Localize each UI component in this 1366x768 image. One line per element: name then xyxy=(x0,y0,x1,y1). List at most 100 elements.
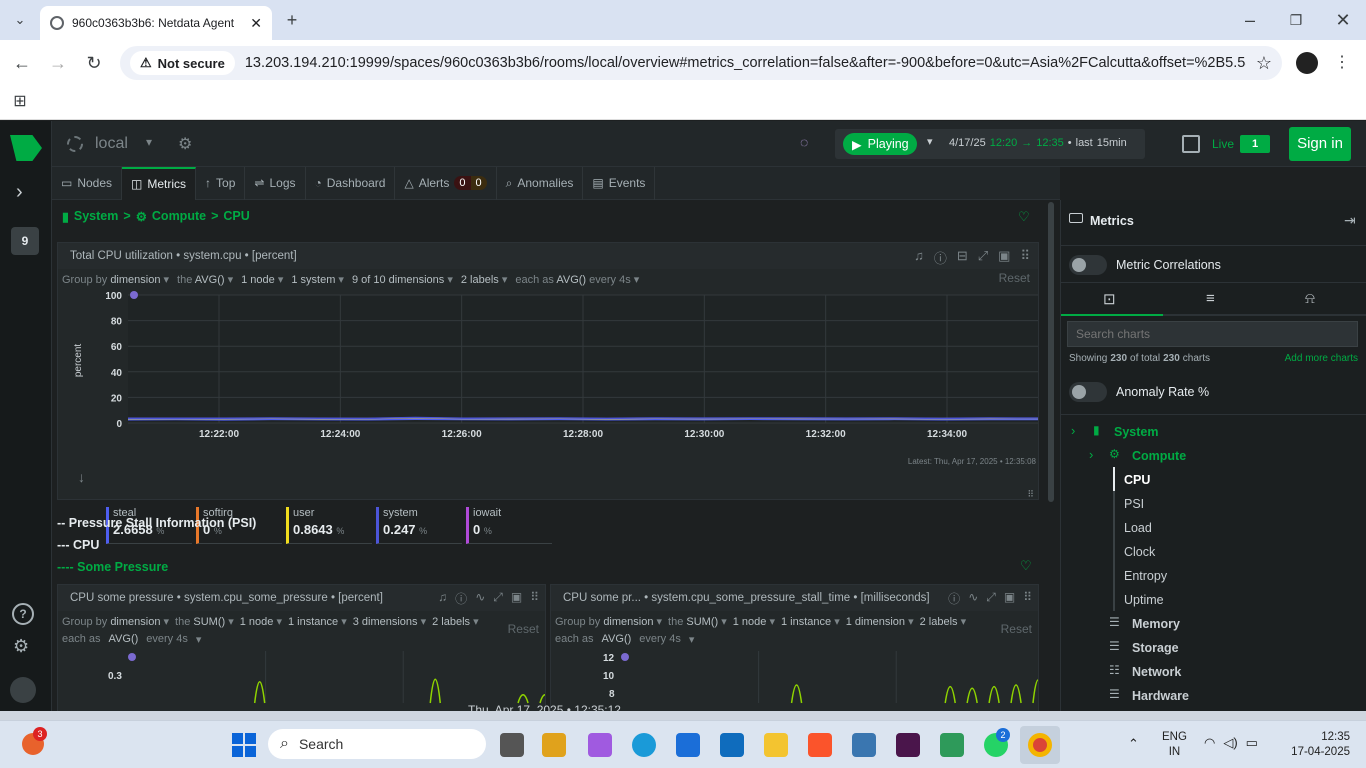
new-tab-icon[interactable]: + xyxy=(280,10,304,30)
aggregation-control[interactable]: the SUM() ▾ xyxy=(668,615,727,628)
brave-icon[interactable] xyxy=(808,733,832,757)
legend-toggle-icon[interactable]: ↓ xyxy=(78,469,85,485)
group-by-control[interactable]: Group by dimension ▾ xyxy=(555,615,662,628)
drag-handle-icon[interactable]: ⠿ xyxy=(530,590,539,607)
expand-chevron-icon[interactable]: › xyxy=(16,181,23,204)
crumb-compute[interactable]: Compute xyxy=(152,209,206,224)
store-icon[interactable] xyxy=(676,733,700,757)
url-text[interactable]: 13.203.194.210:19999/spaces/960c0363b3b6… xyxy=(245,55,1246,71)
alert-bell-icon[interactable]: ♫ xyxy=(438,590,447,607)
group-by-control[interactable]: Group by dimension ▾ xyxy=(62,273,169,286)
time-agg-control[interactable]: each as AVG() every 4s ▾ xyxy=(555,633,694,646)
tree-memory[interactable]: Memory xyxy=(1132,617,1180,631)
lightbulb-icon[interactable]: ◌ xyxy=(800,134,808,150)
chrome-icon[interactable] xyxy=(1028,733,1052,757)
dimensions-filter[interactable]: 9 of 10 dimensions ▾ xyxy=(352,273,453,286)
tree-hardware[interactable]: Hardware xyxy=(1132,689,1189,703)
back-icon[interactable]: ← xyxy=(10,53,34,73)
chevron-right-icon[interactable]: › xyxy=(1071,423,1075,438)
tree-load[interactable]: Load xyxy=(1124,521,1152,535)
tree-network[interactable]: Network xyxy=(1132,665,1181,679)
legend-item-system[interactable]: system 0.247 % xyxy=(376,507,462,544)
correlate-icon[interactable]: ∿ xyxy=(968,590,978,607)
info-icon[interactable]: ⓘ xyxy=(948,590,960,607)
info-icon[interactable]: ⓘ xyxy=(455,590,467,607)
tab-search-icon[interactable]: ⌄ xyxy=(8,10,32,30)
cpu-chart-plot[interactable]: 100 80 60 40 20 0 12:22:00 12:24:00 12:26:00 12:2… xyxy=(58,287,1038,467)
time-agg-control[interactable]: each as AVG() every 4s ▾ xyxy=(62,633,201,646)
room-settings-icon[interactable]: ⚙ xyxy=(178,134,192,154)
help-icon[interactable]: ? xyxy=(12,603,34,625)
browser-tab[interactable]: 960c0363b3b6: Netdata Agent ✕ xyxy=(40,6,272,40)
instances-filter[interactable]: 1 instance ▾ xyxy=(288,615,347,628)
time-agg-control[interactable]: each as AVG() every 4s ▾ xyxy=(515,273,639,286)
save-icon[interactable]: ▣ xyxy=(511,590,522,607)
stall-time-plot[interactable] xyxy=(551,647,1038,707)
forward-icon[interactable]: → xyxy=(46,53,70,73)
tab-logs[interactable]: ⇌ Logs xyxy=(245,166,306,200)
python-icon[interactable] xyxy=(852,733,876,757)
settings-gear-icon[interactable]: ⚙ xyxy=(13,636,29,657)
time-range[interactable]: 4/17/25 12:20 → 12:35 • last 15min xyxy=(949,137,1127,149)
dimensions-filter[interactable]: 3 dimensions ▾ xyxy=(353,615,426,628)
labels-filter[interactable]: 2 labels ▾ xyxy=(461,273,508,286)
fullscreen-icon[interactable]: ⤢ xyxy=(986,590,996,607)
tree-compute[interactable]: Compute xyxy=(1132,449,1186,463)
file-explorer-icon[interactable] xyxy=(764,733,788,757)
crumb-system[interactable]: System xyxy=(74,209,118,224)
minimize-icon[interactable]: – xyxy=(1238,10,1262,30)
charts-tab-icon[interactable]: ⊡ xyxy=(1103,290,1116,308)
crumb-cpu[interactable]: CPU xyxy=(223,209,249,224)
reload-icon[interactable]: ↻ xyxy=(82,53,106,73)
reset-button[interactable]: Reset xyxy=(999,271,1030,285)
save-icon[interactable]: ▣ xyxy=(1004,590,1015,607)
reset-button[interactable]: Reset xyxy=(508,622,539,636)
tab-metrics[interactable]: ◫ Metrics xyxy=(122,166,197,200)
nodes-filter[interactable]: 1 node ▾ xyxy=(733,615,775,628)
slack-icon[interactable] xyxy=(896,733,920,757)
tab-dashboard[interactable]: ◔ Dashboard xyxy=(306,166,396,200)
close-tab-icon[interactable]: ✕ xyxy=(250,15,262,32)
horizontal-scrollbar[interactable] xyxy=(0,711,1366,720)
windows-start-icon[interactable] xyxy=(232,733,256,757)
fullscreen-icon[interactable]: ⤢ xyxy=(978,248,988,267)
playing-button[interactable]: ▶ Playing xyxy=(843,133,917,155)
dimensions-filter[interactable]: 1 dimension ▾ xyxy=(846,615,914,628)
resize-handle-icon[interactable]: ⠿ xyxy=(1027,489,1034,500)
heart-icon[interactable]: ♡ xyxy=(1020,558,1032,574)
aggregation-control[interactable]: the AVG() ▾ xyxy=(177,273,233,286)
user-avatar-icon[interactable] xyxy=(10,677,36,703)
metric-correlations-toggle[interactable] xyxy=(1069,255,1107,275)
warning-count[interactable]: 0 xyxy=(470,176,487,190)
add-more-charts-link[interactable]: Add more charts xyxy=(1285,353,1358,364)
tree-uptime[interactable]: Uptime xyxy=(1124,593,1164,607)
labels-filter[interactable]: 2 labels ▾ xyxy=(432,615,479,628)
nodes-panel-icon[interactable] xyxy=(1182,135,1200,153)
clock[interactable]: 12:35 17-04-2025 xyxy=(1290,730,1350,760)
space-badge[interactable]: 9 xyxy=(11,227,39,255)
taskbar-search[interactable]: ⌕ Search xyxy=(268,729,486,759)
restore-icon[interactable]: ❐ xyxy=(1284,10,1308,30)
fullscreen-icon[interactable]: ⤢ xyxy=(493,590,503,607)
language-indicator[interactable]: ENG IN xyxy=(1162,730,1187,760)
system-tray[interactable]: ◠ ◁) ▭ xyxy=(1204,735,1258,751)
legend-item-user[interactable]: user 0.8643 % xyxy=(286,507,372,544)
not-secure-chip[interactable]: ⚠ Not secure xyxy=(130,51,235,75)
room-dropdown-icon[interactable]: ▾ xyxy=(146,135,152,149)
omnibox[interactable]: ⚠ Not secure 13.203.194.210:19999/spaces/… xyxy=(120,46,1282,80)
netdata-logo[interactable] xyxy=(10,135,42,161)
reset-button[interactable]: Reset xyxy=(1001,622,1032,636)
labels-filter[interactable]: 2 labels ▾ xyxy=(920,615,967,628)
tab-events[interactable]: ▤ Events xyxy=(583,166,656,200)
critical-count[interactable]: 0 xyxy=(454,176,471,190)
group-by-control[interactable]: Group by dimension ▾ xyxy=(62,615,169,628)
alert-bell-icon[interactable]: ♫ xyxy=(914,248,924,267)
task-view-icon[interactable] xyxy=(500,733,524,757)
room-name[interactable]: local xyxy=(95,135,128,153)
tab-nodes[interactable]: ▭ Nodes xyxy=(52,166,123,200)
sign-in-button[interactable]: Sign in xyxy=(1289,127,1351,161)
instances-filter[interactable]: 1 system ▾ xyxy=(291,273,344,286)
profile-avatar[interactable] xyxy=(1296,52,1318,74)
chevron-right-icon[interactable]: › xyxy=(1089,447,1093,462)
outlook-icon[interactable] xyxy=(720,733,744,757)
